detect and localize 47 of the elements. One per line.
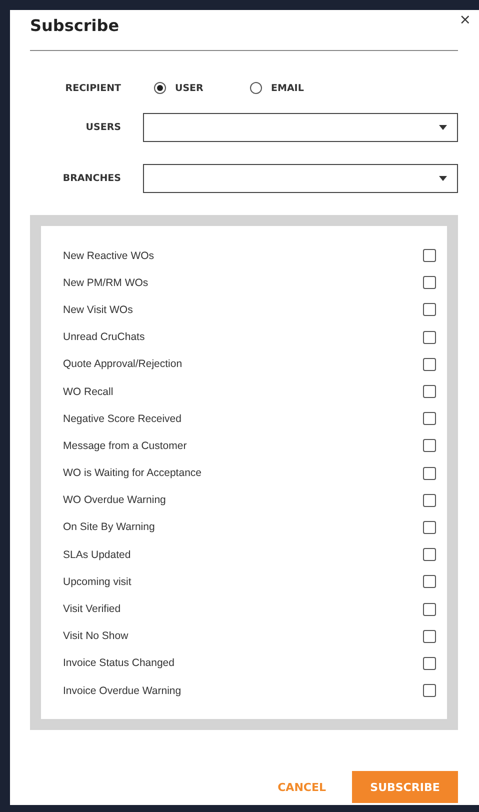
checkbox[interactable] <box>423 494 436 507</box>
checkbox[interactable] <box>423 630 436 643</box>
notification-label: New Reactive WOs <box>63 250 154 262</box>
notification-label: Upcoming visit <box>63 576 132 588</box>
checkbox[interactable] <box>423 575 436 588</box>
notification-label: Message from a Customer <box>63 440 187 452</box>
checkbox[interactable] <box>423 466 436 480</box>
radio-label: EMAIL <box>271 82 304 94</box>
field-label: BRANCHES <box>62 173 121 184</box>
notification-label: On Site By Warning <box>63 521 155 534</box>
radio-option[interactable]: USER <box>154 82 250 94</box>
checkbox[interactable] <box>423 656 436 670</box>
notification-label: Visit No Show <box>63 630 128 642</box>
dropdown-field[interactable] <box>143 113 458 142</box>
notification-label: SLAs Updated <box>63 548 131 561</box>
dialog-title: Subscribe <box>30 16 120 37</box>
recipient-label: RECIPIENT <box>64 82 121 94</box>
notification-label: Negative Score Received <box>63 412 182 425</box>
radio-label: USER <box>175 82 204 94</box>
notification-label: WO Overdue Warning <box>63 494 166 506</box>
checkbox[interactable] <box>423 276 436 290</box>
radio-option[interactable]: EMAIL <box>250 82 346 94</box>
checkbox[interactable] <box>423 330 436 344</box>
checkbox[interactable] <box>423 602 436 616</box>
checkbox[interactable] <box>423 548 436 562</box>
checkbox[interactable] <box>423 303 436 316</box>
notification-label: Invoice Status Changed <box>63 657 174 670</box>
notification-label: New Visit WOs <box>63 304 133 316</box>
notification-label: New PM/RM WOs <box>63 276 148 289</box>
notification-label: Invoice Overdue Warning <box>63 684 182 697</box>
dropdown-field[interactable] <box>143 164 458 193</box>
notification-label: WO is Waiting for Acceptance <box>63 467 202 480</box>
notification-label: Visit Verified <box>63 603 121 616</box>
caret-icon <box>439 125 447 130</box>
checkbox[interactable] <box>423 358 436 371</box>
notification-label: Quote Approval/Rejection <box>63 358 182 370</box>
notification-label: WO Recall <box>63 386 114 398</box>
caret-icon <box>439 176 447 181</box>
checkbox[interactable] <box>423 249 436 262</box>
checkbox[interactable] <box>423 412 436 426</box>
close-button[interactable]: × <box>459 12 471 28</box>
checkbox[interactable] <box>423 385 436 398</box>
checkbox[interactable] <box>423 439 436 452</box>
checkbox[interactable] <box>423 520 436 534</box>
field-label: USERS <box>84 122 121 133</box>
checkbox[interactable] <box>423 684 436 698</box>
notification-label: Unread CruChats <box>63 331 145 344</box>
